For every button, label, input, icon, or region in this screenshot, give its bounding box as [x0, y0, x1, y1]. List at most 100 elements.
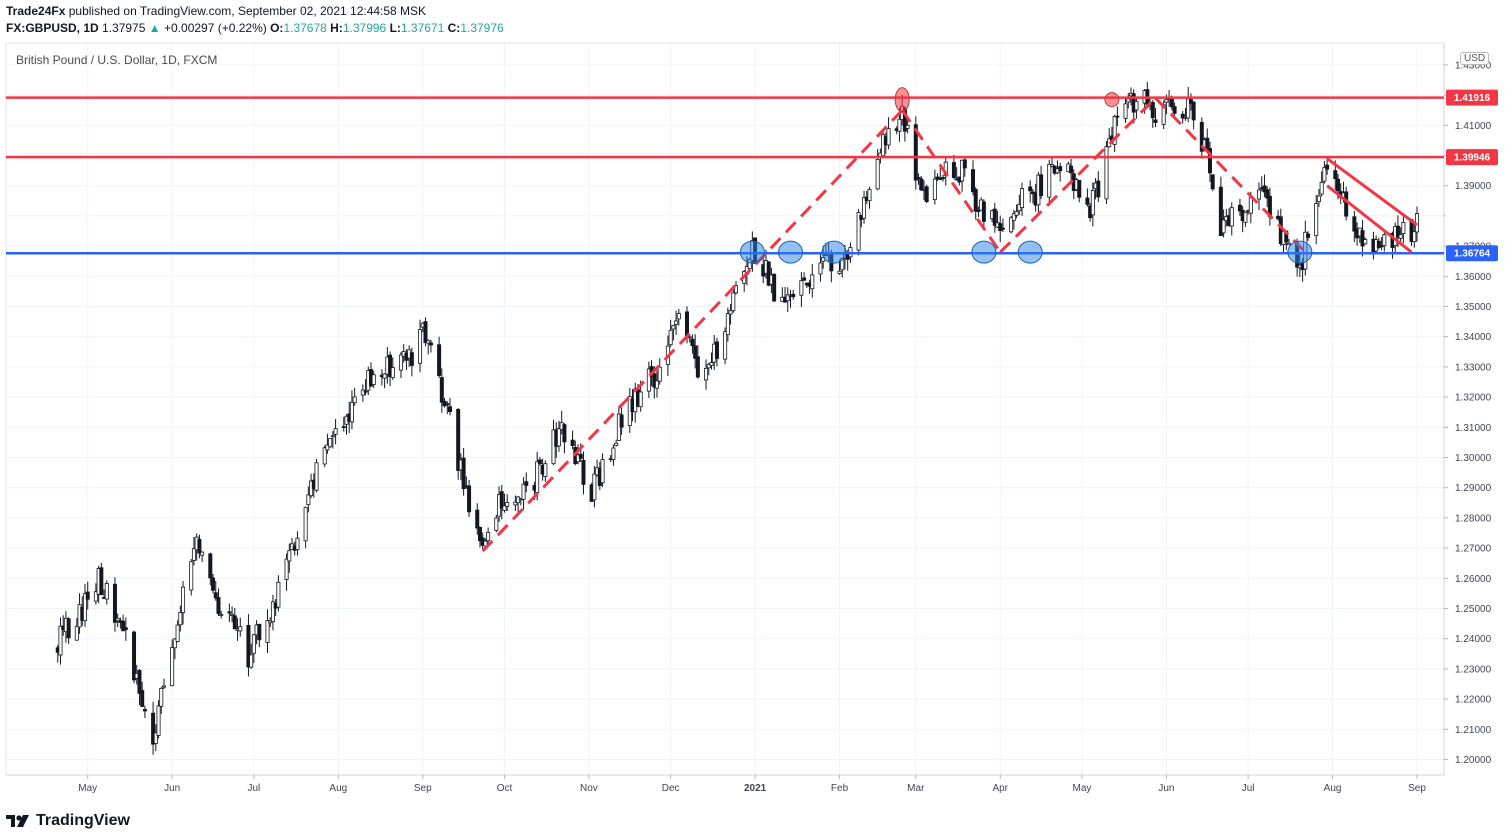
candle-body	[802, 277, 807, 281]
candle-body	[276, 581, 281, 608]
candle-body	[181, 586, 186, 614]
candle-body	[810, 274, 815, 290]
candle-body	[916, 177, 921, 179]
support-marker[interactable]	[1287, 240, 1313, 264]
currency-button[interactable]: USD	[1460, 52, 1490, 65]
price-chart[interactable]: 1.20000 1.21000 1.22000 1.23000 1.24000 1.250…	[0, 0, 1509, 840]
candle-body	[306, 494, 311, 506]
support-marker[interactable]	[971, 240, 997, 264]
candle-body	[951, 162, 956, 178]
candle-body	[799, 280, 804, 296]
candle-body	[1077, 179, 1082, 198]
candle-body	[657, 366, 662, 382]
resistance-marker[interactable]	[894, 87, 910, 113]
price-tag-label: 1.41916	[1454, 93, 1491, 104]
candle-body	[398, 354, 403, 371]
price-tag-label: 1.37976	[1454, 212, 1491, 223]
candle-body	[423, 321, 428, 343]
candle-body	[875, 159, 880, 190]
y-tick-label: 1.31000	[1455, 423, 1492, 434]
candle-body	[85, 591, 90, 600]
candle-body	[1090, 190, 1095, 216]
candle-body	[674, 320, 679, 325]
price-tag-label: 1.36764	[1454, 249, 1491, 260]
candle-body	[303, 507, 308, 542]
candle-body	[287, 550, 292, 562]
candle-body	[524, 481, 529, 486]
candle-body	[251, 634, 256, 654]
candle-body	[535, 461, 540, 493]
x-tick-label: Jun	[1158, 783, 1174, 794]
candle-body	[1123, 103, 1128, 119]
y-tick-label: 1.28000	[1455, 513, 1492, 524]
candle-body	[211, 577, 216, 591]
candle-body	[924, 186, 929, 203]
candle-body	[333, 428, 338, 435]
support-marker[interactable]	[739, 240, 765, 264]
candle-body	[671, 325, 676, 330]
candle-body	[897, 118, 902, 132]
x-tick-label: May	[78, 783, 97, 794]
resistance-marker[interactable]	[1104, 92, 1120, 108]
support-marker[interactable]	[1017, 240, 1043, 264]
candle-body	[592, 473, 597, 501]
y-tick-label: 1.41000	[1455, 121, 1492, 132]
candle-body	[137, 669, 142, 694]
candle-body	[725, 313, 730, 336]
candle-body	[1325, 164, 1330, 170]
candle-body	[161, 685, 166, 688]
candle-body	[970, 169, 975, 193]
candle-body	[611, 447, 616, 460]
candle-body	[227, 611, 232, 614]
candle-body	[1382, 234, 1387, 247]
candle-body	[1363, 239, 1368, 245]
candle-body	[867, 189, 872, 202]
tradingview-footer[interactable]: TradingView	[6, 812, 130, 830]
candle-body	[521, 483, 526, 500]
candle-body	[284, 558, 289, 580]
support-marker[interactable]	[821, 240, 847, 264]
candle-body	[191, 548, 196, 561]
candle-body	[1014, 211, 1019, 216]
candle-body	[837, 270, 842, 274]
candle-body	[1096, 180, 1101, 198]
y-tick-label: 1.34000	[1455, 332, 1492, 343]
candle-body	[791, 293, 796, 298]
x-tick-label: Sep	[1408, 783, 1426, 794]
candle-body	[1306, 233, 1311, 238]
candle-body	[330, 435, 335, 438]
candle-body	[655, 380, 660, 389]
y-tick-label: 1.33000	[1455, 362, 1492, 373]
candle-body	[619, 414, 624, 428]
candle-body	[941, 177, 946, 179]
y-tick-label: 1.39000	[1455, 181, 1492, 192]
candle-body	[382, 373, 387, 379]
candle-body	[99, 567, 104, 596]
candle-body	[614, 442, 619, 446]
candle-body	[704, 367, 709, 381]
plot-area	[5, 42, 1445, 776]
y-tick-label: 1.25000	[1455, 604, 1492, 615]
x-tick-label: Feb	[831, 783, 849, 794]
candle-body	[232, 615, 237, 630]
candle-body	[448, 406, 453, 413]
candle-body	[998, 223, 1003, 232]
candle-body	[714, 341, 719, 359]
y-tick-label: 1.35000	[1455, 302, 1492, 313]
candle-body	[709, 362, 714, 366]
candle-body	[1115, 115, 1120, 118]
candle-body	[418, 329, 423, 364]
candle-body	[581, 459, 586, 485]
y-tick-label: 1.24000	[1455, 634, 1492, 645]
candle-body	[257, 623, 262, 641]
candle-body	[1401, 222, 1406, 234]
support-marker[interactable]	[777, 240, 803, 264]
candle-body	[170, 647, 175, 687]
candle-body	[731, 292, 736, 312]
candle-body	[216, 597, 221, 614]
candle-body	[1333, 170, 1338, 180]
candle-body	[437, 344, 442, 376]
candle-body	[1104, 146, 1109, 200]
candle-body	[1164, 98, 1169, 103]
x-tick-label: Apr	[992, 783, 1008, 794]
